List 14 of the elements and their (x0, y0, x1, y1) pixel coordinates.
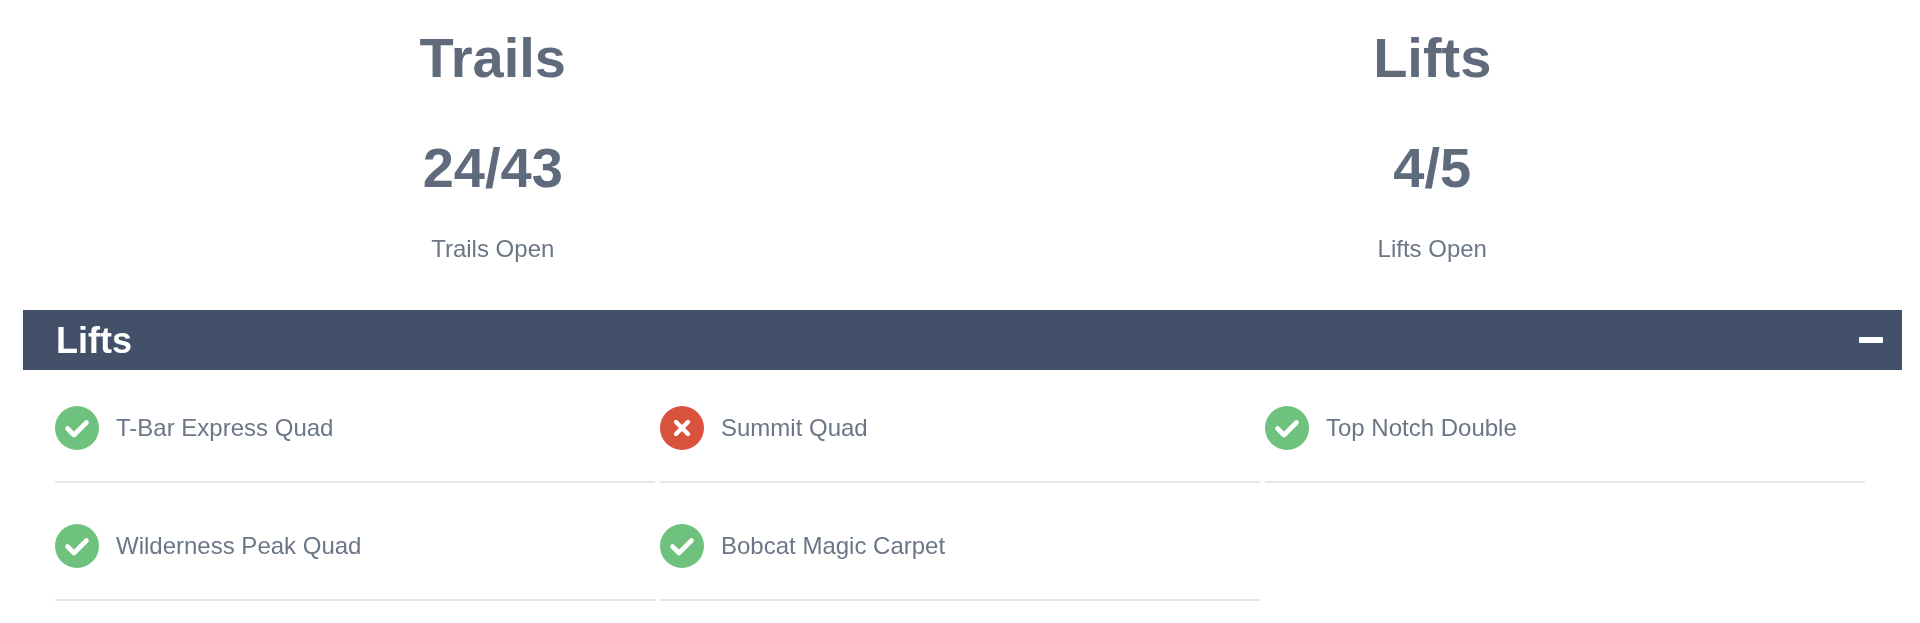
lift-name: T-Bar Express Quad (116, 413, 334, 443)
stat-caption: Lifts Open (1377, 235, 1487, 265)
section-header-bar[interactable]: Lifts (23, 310, 1902, 371)
lift-name: Top Notch Double (1326, 413, 1517, 443)
stat-title: Lifts (1373, 25, 1492, 91)
minus-icon[interactable] (1859, 337, 1883, 344)
stat-count: 24/43 (422, 135, 563, 202)
lift-name: Bobcat Magic Carpet (721, 531, 946, 561)
stat-title: Trails (419, 25, 566, 91)
lift-name: Wilderness Peak Quad (116, 531, 362, 561)
lift-name: Summit Quad (721, 413, 868, 443)
section-title: Lifts (56, 319, 132, 364)
stat-count: 4/5 (1393, 135, 1472, 202)
stat-caption: Trails Open (431, 235, 555, 265)
